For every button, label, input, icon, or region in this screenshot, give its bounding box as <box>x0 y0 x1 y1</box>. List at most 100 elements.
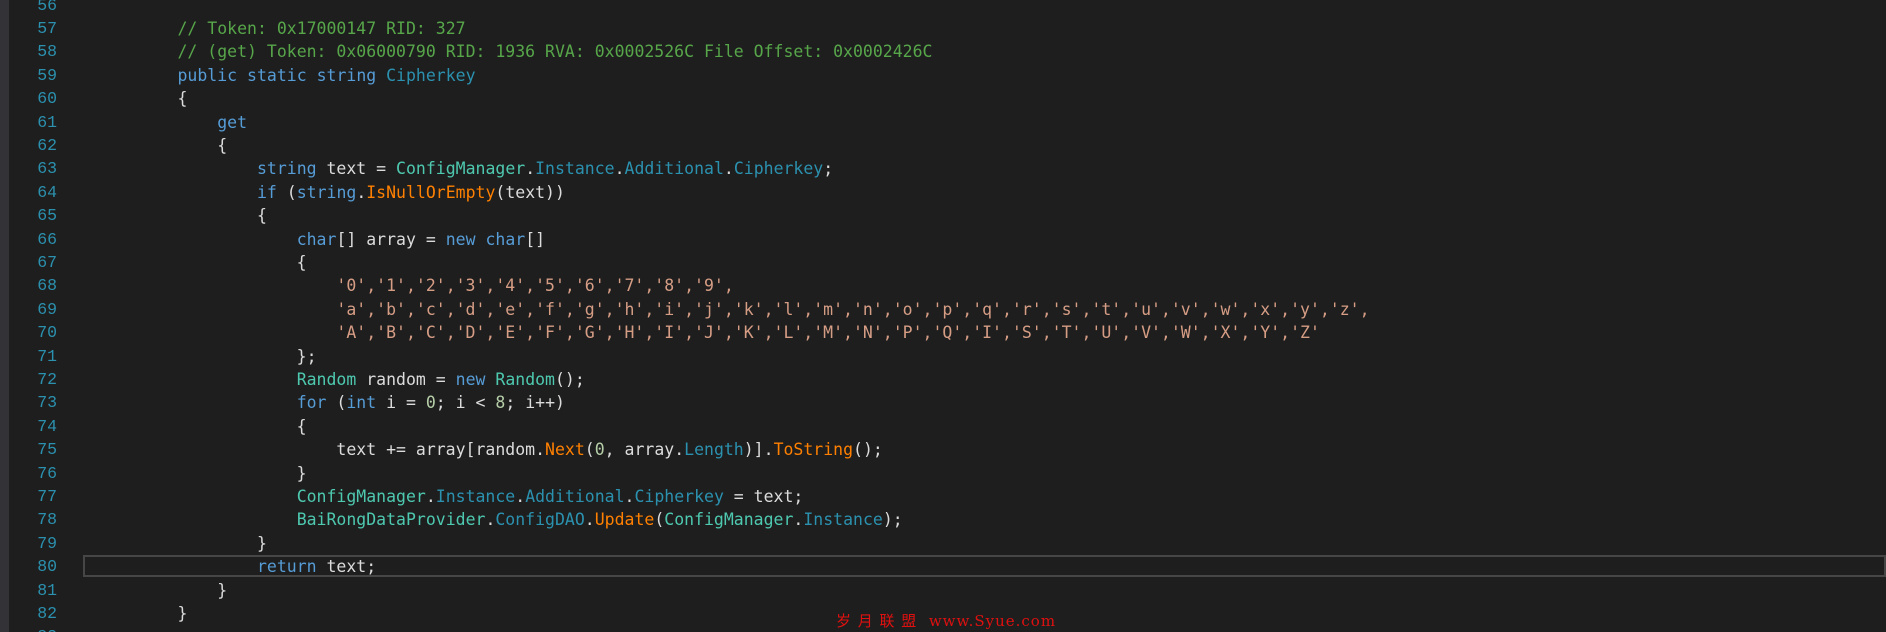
code-line[interactable]: 74 { <box>0 415 1886 438</box>
code-text[interactable]: Random random = new Random(); <box>98 368 585 391</box>
code-token: . <box>624 486 635 506</box>
line-number: 59 <box>37 65 57 85</box>
code-token: Random <box>495 369 555 389</box>
code-token: )]. <box>743 440 774 460</box>
code-text[interactable]: 'A','B','C','D','E','F','G','H','I','J',… <box>98 321 1320 344</box>
line-number: 79 <box>37 533 57 553</box>
code-token: . <box>723 159 734 179</box>
code-token: Cipherkey <box>386 65 476 85</box>
code-token: BaiRongDataProvider <box>296 510 486 530</box>
line-number: 78 <box>37 510 57 530</box>
code-token: { <box>98 206 267 226</box>
code-line[interactable]: 72 Random random = new Random(); <box>0 368 1886 391</box>
code-token: Cipherkey <box>634 486 724 506</box>
code-token: get <box>217 112 248 132</box>
code-line[interactable]: 60 { <box>0 87 1886 110</box>
code-line[interactable]: 67 { <box>0 251 1886 274</box>
code-token: [] array = <box>336 229 446 249</box>
code-line[interactable]: 78 BaiRongDataProvider.ConfigDAO.Update(… <box>0 508 1886 531</box>
line-number: 80 <box>37 557 57 577</box>
line-number: 61 <box>37 112 57 132</box>
code-text[interactable]: get <box>98 111 247 134</box>
code-line[interactable]: 73 for (int i = 0; i < 8; i++) <box>0 391 1886 414</box>
code-line[interactable]: 65 { <box>0 204 1886 227</box>
code-line[interactable]: 71 }; <box>0 345 1886 368</box>
code-line[interactable]: 70 'A','B','C','D','E','F','G','H','I','… <box>0 321 1886 344</box>
code-line[interactable]: 75 text += array[random.Next(0, array.Le… <box>0 438 1886 461</box>
code-text[interactable]: ConfigManager.Instance.Additional.Cipher… <box>98 485 804 508</box>
code-line[interactable]: 61 get <box>0 111 1886 134</box>
code-text[interactable]: { <box>98 415 307 438</box>
code-text[interactable]: { <box>98 87 187 110</box>
code-token: } <box>98 580 228 600</box>
code-token: . <box>614 159 625 179</box>
code-line[interactable]: 56 <box>0 0 1886 17</box>
code-text[interactable]: for (int i = 0; i < 8; i++) <box>98 391 565 414</box>
code-token: text += array[random. <box>98 440 546 460</box>
code-token: char <box>485 229 526 249</box>
code-token: ConfigManager <box>664 510 794 530</box>
code-line[interactable]: 69 'a','b','c','d','e','f','g','h','i','… <box>0 298 1886 321</box>
code-text[interactable]: // Token: 0x17000147 RID: 327 <box>98 17 465 40</box>
code-line[interactable]: 57 // Token: 0x17000147 RID: 327 <box>0 17 1886 40</box>
code-token: 'A','B','C','D','E','F','G','H','I','J',… <box>336 323 1320 343</box>
code-token: . <box>793 510 804 530</box>
code-token: ToString <box>773 440 854 460</box>
code-token: IsNullOrEmpty <box>366 182 496 202</box>
code-text[interactable]: string text = ConfigManager.Instance.Add… <box>98 157 833 180</box>
code-text[interactable]: '0','1','2','3','4','5','6','7','8','9', <box>98 274 733 297</box>
code-text[interactable]: } <box>98 532 267 555</box>
code-line[interactable]: 62 { <box>0 134 1886 157</box>
code-line[interactable]: 80 return text; <box>0 555 1886 578</box>
code-token: Instance <box>535 159 615 179</box>
code-line[interactable]: 81 } <box>0 579 1886 602</box>
code-text[interactable]: text += array[random.Next(0, array.Lengt… <box>98 438 882 461</box>
code-line[interactable]: 68 '0','1','2','3','4','5','6','7','8','… <box>0 274 1886 297</box>
code-text[interactable]: } <box>98 602 187 625</box>
code-token: random = <box>356 369 456 389</box>
code-line[interactable]: 79 } <box>0 532 1886 555</box>
code-token: // (get) Token: 0x06000790 RID: 1936 RVA… <box>177 42 933 62</box>
code-token: ; <box>823 159 834 179</box>
code-token: } <box>98 533 267 553</box>
code-text[interactable]: return text; <box>98 555 376 578</box>
code-editor[interactable]: 56 57 // Token: 0x17000147 RID: 327 58 // … <box>0 0 1886 632</box>
code-token: } <box>98 603 188 623</box>
code-token: } <box>98 463 307 483</box>
code-line[interactable]: 64 if (string.IsNullOrEmpty(text)) <box>0 181 1886 204</box>
code-token: Cipherkey <box>733 159 824 179</box>
code-text[interactable]: BaiRongDataProvider.ConfigDAO.Update(Con… <box>98 508 903 531</box>
code-token: (); <box>555 369 585 389</box>
code-text[interactable]: }; <box>98 345 317 368</box>
code-token: ( <box>654 510 665 530</box>
code-line[interactable]: 76 } <box>0 462 1886 485</box>
code-token: string <box>296 182 357 202</box>
code-line[interactable]: 77 ConfigManager.Instance.Additional.Cip… <box>0 485 1886 508</box>
code-token: ); <box>882 510 903 530</box>
code-line[interactable]: 59 public static string Cipherkey <box>0 64 1886 87</box>
code-line[interactable]: 58 // (get) Token: 0x06000790 RID: 1936 … <box>0 40 1886 63</box>
code-text[interactable]: public static string Cipherkey <box>98 64 476 87</box>
code-text[interactable]: } <box>98 579 227 602</box>
code-text[interactable]: { <box>98 134 227 157</box>
code-token: Length <box>684 440 744 460</box>
line-number: 62 <box>37 135 57 155</box>
code-line[interactable]: 66 char[] array = new char[] <box>0 228 1886 251</box>
code-token: [] <box>525 229 546 249</box>
code-text[interactable]: } <box>98 462 307 485</box>
code-text[interactable]: 'a','b','c','d','e','f','g','h','i','j',… <box>98 298 1369 321</box>
code-line[interactable]: 63 string text = ConfigManager.Instance.… <box>0 157 1886 180</box>
code-text[interactable]: if (string.IsNullOrEmpty(text)) <box>98 181 565 204</box>
code-text[interactable]: { <box>98 204 267 227</box>
code-token: = text; <box>723 486 804 506</box>
code-text[interactable]: char[] array = new char[] <box>98 228 545 251</box>
code-token: Additional <box>525 486 625 506</box>
code-token: Update <box>594 510 655 530</box>
code-text[interactable]: // (get) Token: 0x06000790 RID: 1936 RVA… <box>98 40 932 63</box>
code-text[interactable]: { <box>98 251 307 274</box>
